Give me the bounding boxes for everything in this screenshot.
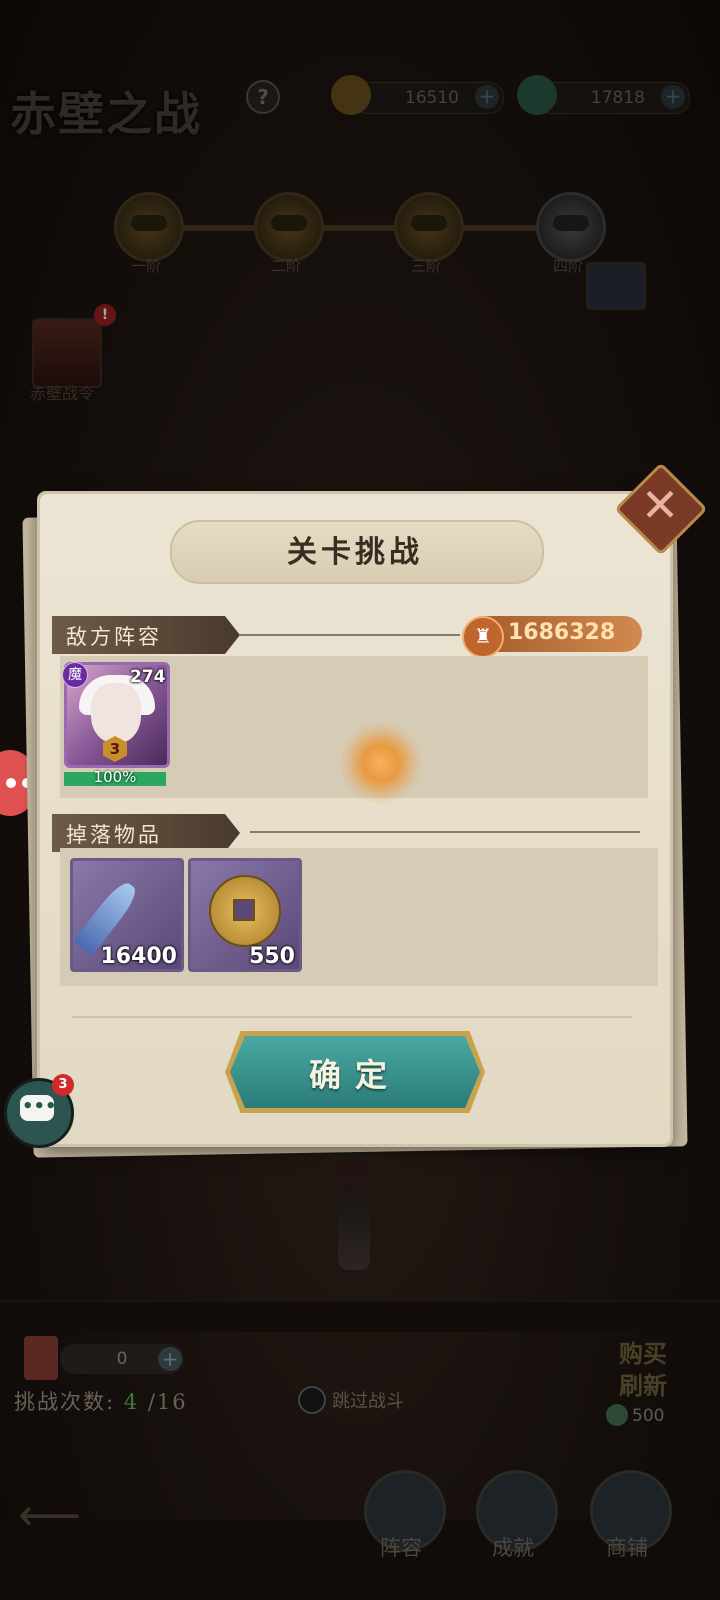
nav-achievement-label[interactable]: 成就 <box>468 1532 558 1562</box>
close-icon[interactable]: ✕ <box>628 474 692 538</box>
nav-shop-label[interactable]: 商铺 <box>582 1532 672 1562</box>
nav-lineup-label[interactable]: 阵容 <box>356 1532 446 1562</box>
skip-battle-toggle[interactable] <box>298 1386 326 1414</box>
drops-section-label: 掉落物品 <box>66 823 162 847</box>
buy-refresh-line1: 购买 <box>619 1339 667 1368</box>
attempts-label: 挑战次数: <box>14 1390 116 1414</box>
drop-item-ancient-coin[interactable]: 550 <box>188 858 302 972</box>
enemy-power-value: 1686328 <box>508 620 616 645</box>
back-arrow-icon[interactable]: ⟵ <box>18 1490 81 1541</box>
buy-refresh-line2: 刷新 <box>619 1371 667 1400</box>
challenge-ticket-icon <box>24 1336 58 1380</box>
power-icon: ♜ <box>462 616 504 658</box>
dialog-divider <box>72 1016 632 1018</box>
enemy-section-label: 敌方阵容 <box>66 625 162 649</box>
chat-dots-icon: ••• <box>22 1096 57 1117</box>
loading-glow-orb <box>340 722 422 804</box>
hero-hp-text: 100% <box>93 768 137 786</box>
add-ticket-button[interactable]: + <box>158 1347 182 1371</box>
drop-item-quantity: 550 <box>249 944 295 969</box>
attempts-total: /16 <box>147 1390 188 1414</box>
hero-faction-badge: 魔 <box>62 662 88 688</box>
chat-unread-badge: 3 <box>52 1074 74 1096</box>
skip-battle-label[interactable]: 跳过战斗 <box>332 1387 404 1413</box>
ancient-coin-icon <box>209 875 281 947</box>
jade-icon <box>606 1404 628 1426</box>
drops-section-divider <box>250 831 640 833</box>
confirm-button-label[interactable]: 确定 <box>230 1050 480 1096</box>
drop-item-quantity: 16400 <box>100 944 177 969</box>
enemy-section-divider <box>240 634 460 636</box>
attempts-current: 4 <box>123 1390 140 1414</box>
attempts-counter: 挑战次数: 4 /16 <box>14 1386 188 1416</box>
drop-item-crystal-shard[interactable]: 16400 <box>70 858 184 972</box>
buy-refresh-button[interactable]: 购买 刷新 <box>608 1338 678 1402</box>
hero-level: 274 <box>130 667 166 687</box>
dialog-title: 关卡挑战 <box>287 535 423 570</box>
buy-refresh-cost: 500 <box>632 1406 665 1426</box>
